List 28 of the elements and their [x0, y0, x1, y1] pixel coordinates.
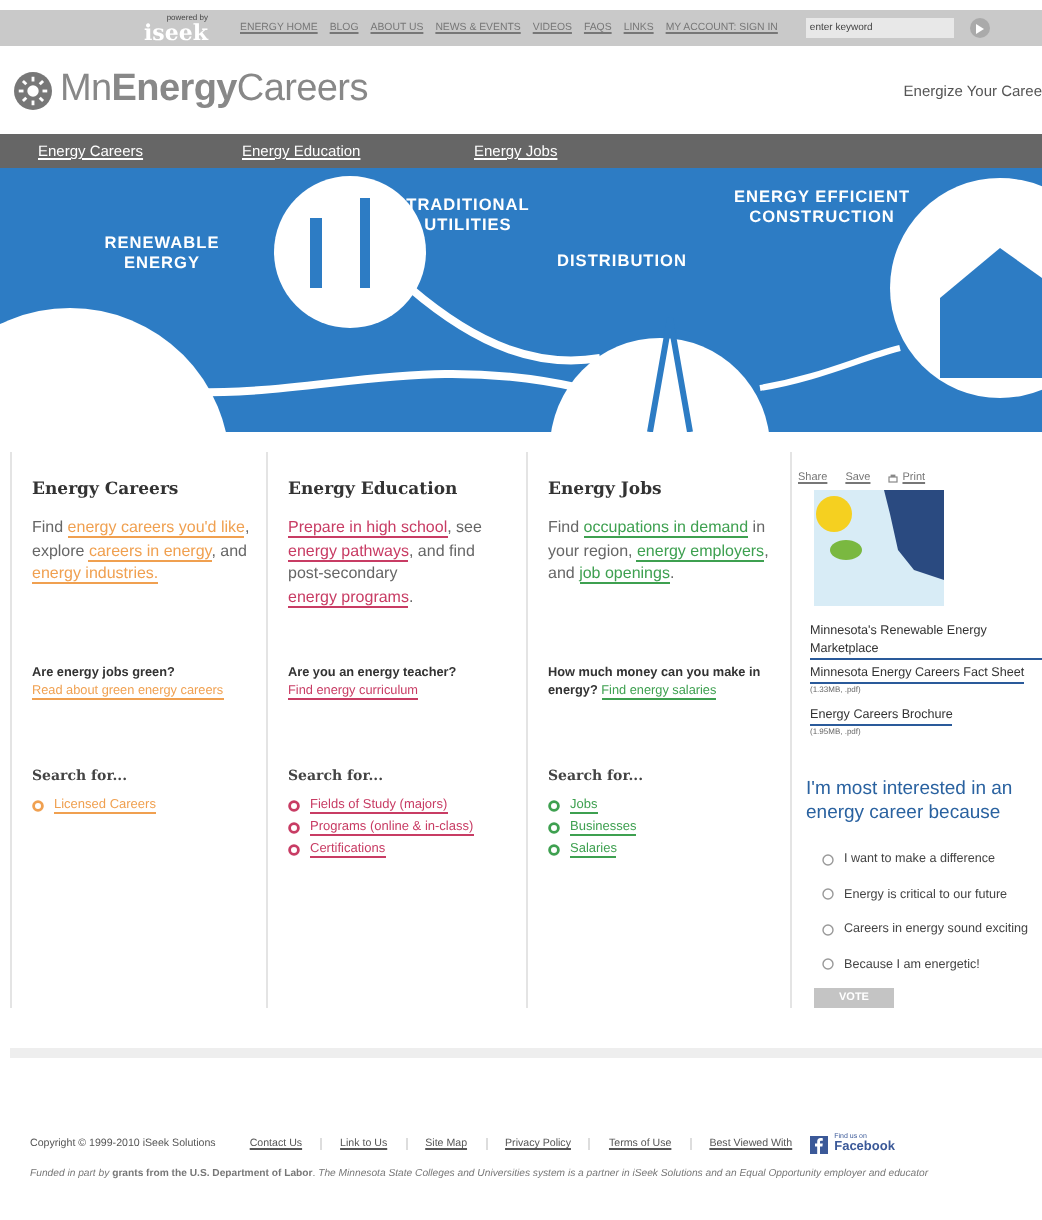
text-link[interactable]: energy programs — [288, 587, 409, 607]
map-promo-image[interactable] — [814, 490, 944, 606]
play-icon — [975, 23, 984, 33]
sun-icon — [14, 71, 52, 109]
banner-label[interactable]: DISTRIBUTION — [546, 252, 698, 272]
banner-label[interactable]: RENEWABLE ENERGY — [96, 234, 228, 273]
radio-button[interactable] — [822, 958, 834, 971]
site-logo[interactable]: MnEnergyCareers — [60, 68, 368, 112]
printer-icon — [888, 473, 899, 483]
column-title: Energy Jobs — [548, 480, 664, 500]
column-title: Energy Careers — [32, 480, 181, 500]
facebook-icon — [810, 1135, 829, 1153]
banner-label[interactable]: ENERGY EFFICIENT CONSTRUCTION — [716, 188, 928, 227]
radio-button[interactable] — [822, 888, 834, 901]
text-link[interactable]: Prepare in high school — [288, 518, 448, 538]
poll-question: I'm most interested in an energy career because — [806, 778, 1015, 826]
banner-label[interactable]: TRADITIONAL UTILITIES — [392, 196, 544, 235]
intro-text: Find occupations in demand in your region, energy employers, and job openings. — [548, 516, 771, 588]
radio-button[interactable] — [822, 853, 834, 866]
text-link[interactable]: job openings — [579, 564, 670, 584]
text-link[interactable]: energy employers — [636, 541, 765, 561]
text-link[interactable]: occupations in demand — [583, 518, 749, 538]
text-link[interactable]: energy pathways — [288, 541, 409, 561]
intro-text: Find energy careers you'd like, explore careers in energy, and energy industries. — [32, 516, 252, 588]
radio-button[interactable] — [822, 923, 834, 936]
intro-text: Prepare in high school, see energy pathways, and find post-secondary energy programs. — [288, 516, 484, 611]
column-title: Energy Education — [288, 480, 460, 500]
search-go-button[interactable] — [969, 18, 990, 38]
